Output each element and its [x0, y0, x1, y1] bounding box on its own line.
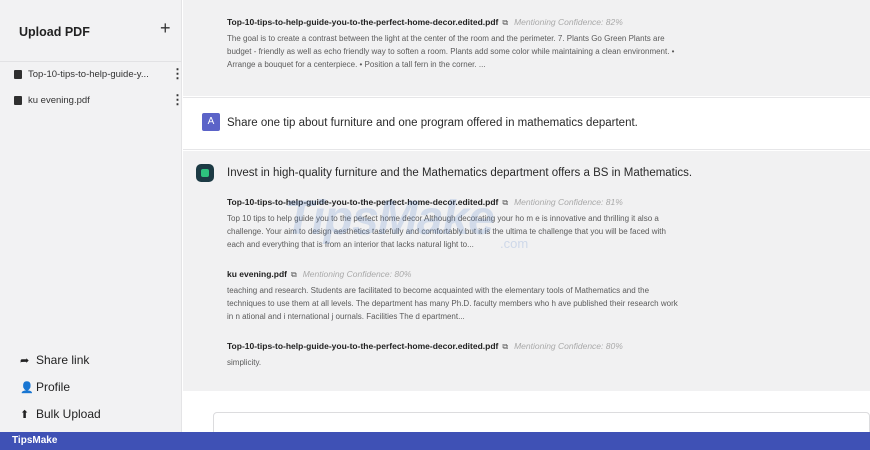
profile-button[interactable]: 👤 Profile — [20, 380, 70, 394]
source-reference: Top-10-tips-to-help-guide-you-to-the-per… — [227, 197, 687, 251]
file-name: Top-10-tips-to-help-guide-y... — [28, 69, 149, 80]
user-question-text: Share one tip about furniture and one pr… — [227, 117, 638, 129]
bulk-upload-button[interactable]: ⬆ Bulk Upload — [20, 407, 101, 421]
source-reference: Top-10-tips-to-help-guide-you-to-the-per… — [227, 341, 687, 369]
previous-answer-block: Top-10-tips-to-help-guide-you-to-the-per… — [183, 0, 870, 96]
confidence-label: Mentioning Confidence: 82% — [514, 17, 623, 27]
external-link-icon[interactable]: ⧉ — [502, 342, 508, 351]
add-file-icon[interactable]: + — [160, 19, 171, 37]
source-excerpt: The goal is to create a contrast between… — [227, 34, 675, 69]
file-item[interactable]: Top-10-tips-to-help-guide-y... ⋮ — [0, 65, 184, 85]
source-excerpt: simplicity. — [227, 358, 262, 367]
share-link-button[interactable]: ➦ Share link — [20, 353, 89, 367]
external-link-icon[interactable]: ⧉ — [502, 18, 508, 27]
sidebar: Upload PDF + Top-10-tips-to-help-guide-y… — [0, 0, 184, 432]
bot-avatar — [196, 164, 214, 182]
confidence-label: Mentioning Confidence: 80% — [514, 341, 623, 351]
source-file-name[interactable]: Top-10-tips-to-help-guide-you-to-the-per… — [227, 17, 498, 27]
source-excerpt: teaching and research. Students are faci… — [227, 286, 678, 321]
user-avatar: A — [202, 113, 220, 131]
confidence-label: Mentioning Confidence: 80% — [302, 269, 412, 279]
source-file-name[interactable]: ku evening.pdf — [227, 269, 287, 279]
share-link-label: Share link — [36, 353, 90, 367]
document-icon — [14, 96, 22, 105]
source-reference: ku evening.pdf ⧉ Mentioning Confidence: 80… — [227, 269, 687, 323]
external-link-icon[interactable]: ⧉ — [291, 270, 297, 279]
external-link-icon[interactable]: ⧉ — [502, 198, 508, 207]
document-icon — [14, 70, 22, 79]
upload-icon: ⬆ — [20, 409, 30, 421]
user-icon: 👤 — [20, 382, 34, 394]
file-name: ku evening.pdf — [28, 95, 90, 106]
upload-pdf-title: Upload PDF — [19, 25, 90, 39]
profile-label: Profile — [36, 380, 71, 394]
footer-bar: TipsMake — [0, 432, 870, 450]
footer-brand: TipsMake — [12, 435, 58, 446]
source-file-name[interactable]: Top-10-tips-to-help-guide-you-to-the-per… — [227, 341, 498, 351]
file-item[interactable]: ku evening.pdf ⋮ — [0, 91, 184, 111]
sidebar-header: Upload PDF + — [0, 0, 182, 62]
assistant-answer-text: Invest in high-quality furniture and the… — [227, 167, 693, 179]
bulk-upload-label: Bulk Upload — [36, 407, 101, 421]
source-file-name[interactable]: Top-10-tips-to-help-guide-you-to-the-per… — [227, 197, 498, 207]
confidence-label: Mentioning Confidence: 81% — [514, 197, 623, 207]
source-reference: Top-10-tips-to-help-guide-you-to-the-per… — [227, 17, 687, 71]
share-icon: ➦ — [20, 355, 30, 367]
source-excerpt: Top 10 tips to help guide you to the per… — [227, 214, 666, 249]
chat-area: Top-10-tips-to-help-guide-you-to-the-per… — [183, 0, 870, 442]
